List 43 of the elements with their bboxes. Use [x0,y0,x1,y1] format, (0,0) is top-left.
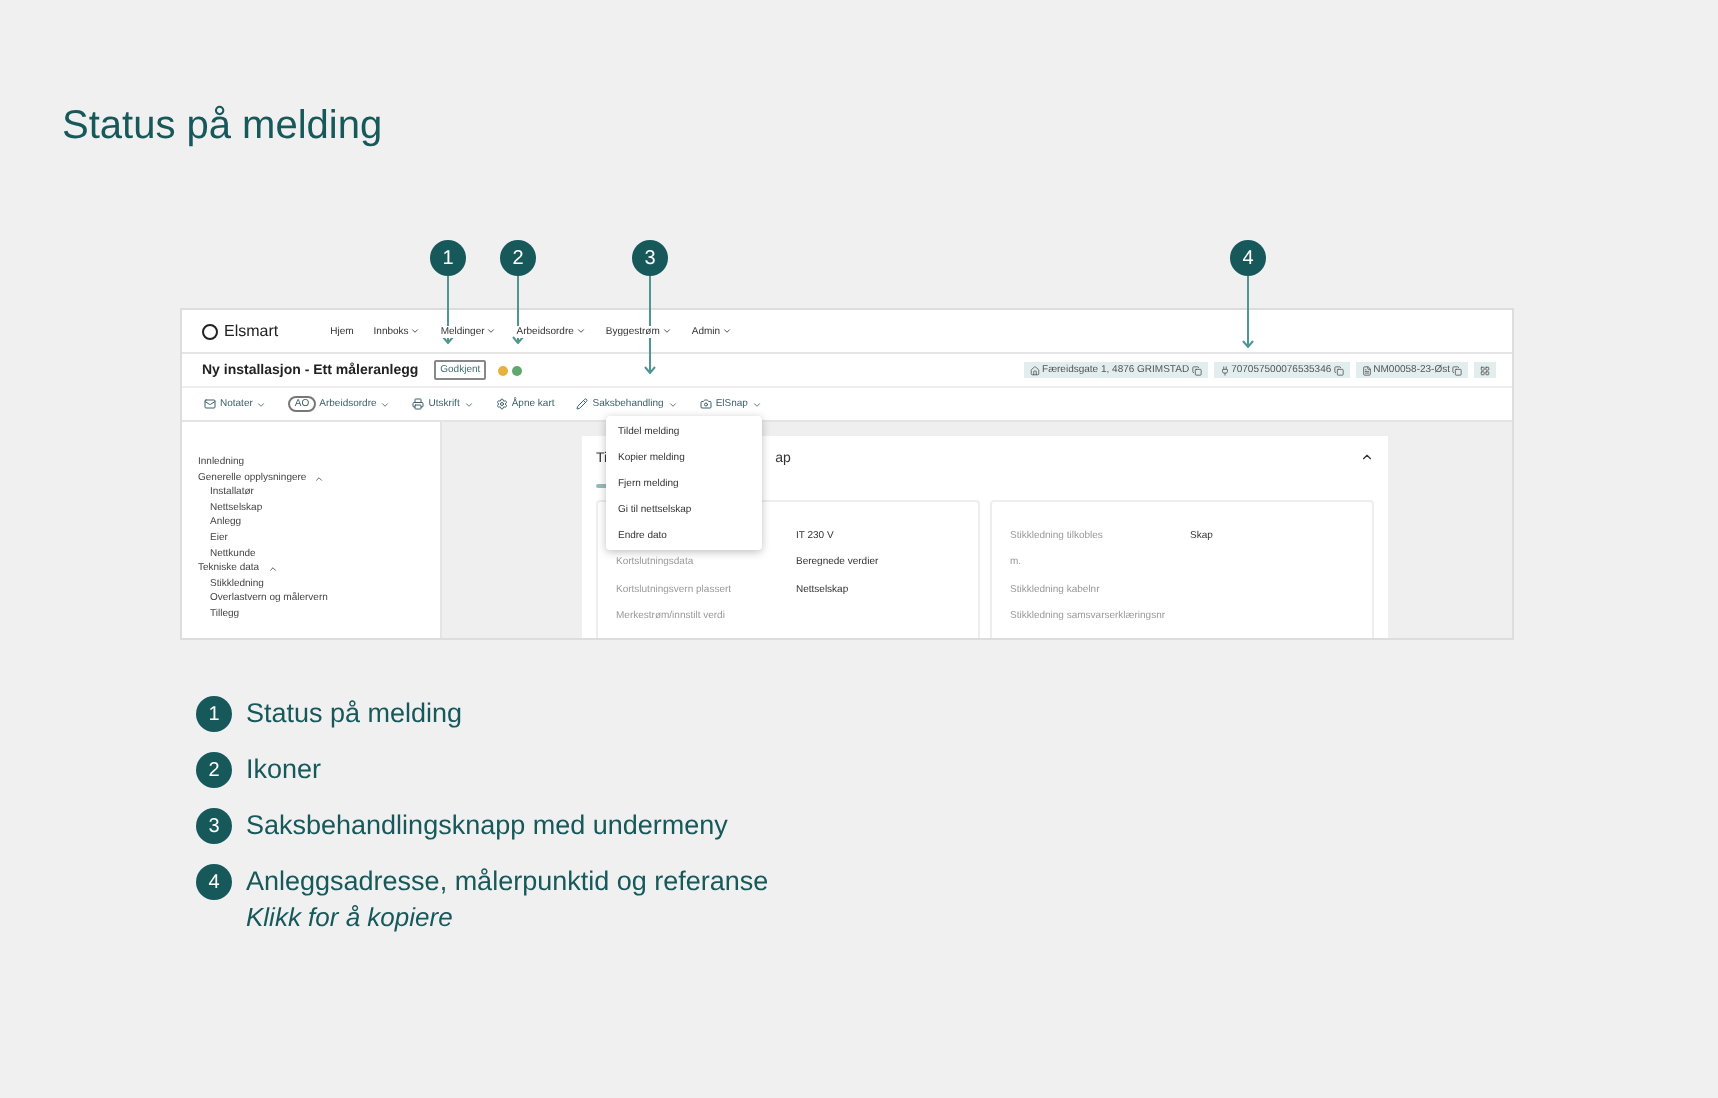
camera-icon [699,398,712,410]
info-chip[interactable] [1474,362,1496,378]
pencil-icon [576,398,589,410]
legend-text: Anleggsadresse, målerpunktid og referanse [246,864,769,900]
chevron-up-icon [267,564,278,575]
logo-ring-icon [202,323,218,339]
logo-text: Elsmart [224,322,279,340]
callout-number: 2 [500,240,536,276]
document-icon [1361,365,1372,375]
legend-number: 3 [196,808,232,844]
legend-number: 2 [196,752,232,788]
arrow [1242,276,1254,348]
chevron-down-icon [661,326,672,336]
chevron-down-icon [256,399,267,409]
callout-number: 1 [430,240,466,276]
grid-icon [1480,365,1490,375]
copy-icon [1191,365,1202,375]
page-title: Status på melding [62,102,383,152]
copy-icon [1452,365,1462,375]
legend-note: Klikk for å kopiere [246,900,455,936]
gear-icon [495,398,508,410]
chevron-down-icon [575,326,586,336]
mail-icon [204,398,216,410]
chevron-up-icon [1360,450,1374,464]
legend-text: Ikoner [246,752,322,788]
callout-number: 3 [632,240,668,276]
copy-icon [1333,365,1344,375]
chevron-down-icon [722,326,733,336]
chevron-down-icon [463,399,474,409]
chevron-down-icon [667,399,678,409]
chevron-down-icon [751,399,762,409]
legend-number: 4 [196,864,232,900]
printer-icon [412,398,425,410]
plug-icon [1219,365,1230,375]
callout-number: 4 [1230,240,1266,276]
legend-text: Status på melding [246,696,463,732]
chevron-down-icon [486,326,497,336]
legend-number: 1 [196,696,232,732]
legend-text: Saksbehandlingsknapp med undermeny [246,808,728,844]
chevron-down-icon [380,399,391,409]
chevron-up-icon [314,473,325,484]
house-icon [1030,365,1041,375]
chevron-down-icon [410,326,421,336]
